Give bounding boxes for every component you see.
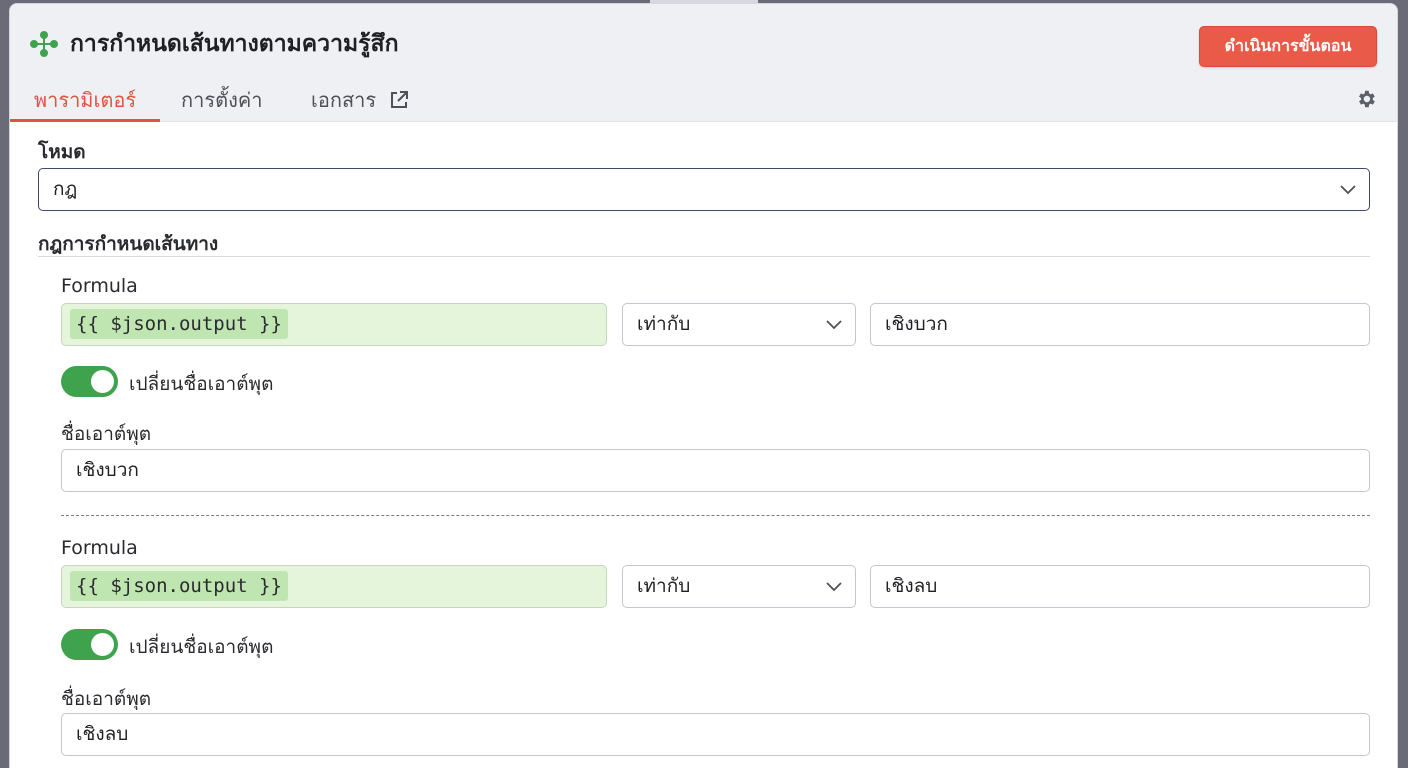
rule-formula-input[interactable]: {{ $json.output }} xyxy=(61,303,607,346)
node-title: การกำหนดเส้นทางตามความรู้สึก xyxy=(70,31,399,57)
toggle-knob xyxy=(91,370,114,393)
tab-docs[interactable]: เอกสาร xyxy=(311,82,409,122)
chevron-down-icon xyxy=(826,320,842,330)
output-name-value: เชิงบวก xyxy=(76,459,139,481)
rule-formula-input[interactable]: {{ $json.output }} xyxy=(61,565,607,608)
output-name-input[interactable]: เชิงบวก xyxy=(61,449,1370,492)
rule-operator-select[interactable]: เท่ากับ xyxy=(622,565,856,608)
routing-rules-label: กฎการกำหนดเส้นทาง xyxy=(38,233,219,255)
output-name-label: ชื่อเอาต์พุต xyxy=(61,423,152,445)
rule-separator xyxy=(61,515,1370,516)
output-name-input[interactable]: เชิงลบ xyxy=(61,713,1370,756)
rule-operator-value: เท่ากับ xyxy=(637,575,691,597)
tab-parameters[interactable]: พารามิเตอร์ xyxy=(10,82,160,122)
formula-expression: {{ $json.output }} xyxy=(70,309,288,339)
output-name-label: ชื่อเอาต์พุต xyxy=(61,688,152,710)
rename-output-toggle[interactable] xyxy=(61,629,118,660)
toggle-knob xyxy=(91,633,114,656)
rule-value-text: เชิงบวก xyxy=(885,313,948,335)
tab-bar: พารามิเตอร์ การตั้งค่า เอกสาร xyxy=(10,82,1397,122)
rule-formula-label: Formula xyxy=(61,275,138,297)
gear-icon[interactable] xyxy=(1355,88,1377,110)
switch-node-icon xyxy=(30,31,58,57)
mode-select[interactable]: กฎ xyxy=(38,168,1370,211)
rule-formula-label: Formula xyxy=(61,537,138,559)
rule-value-input[interactable]: เชิงบวก xyxy=(870,303,1370,346)
node-panel: การกำหนดเส้นทางตามความรู้สึก ดำเนินการขั… xyxy=(9,3,1398,768)
formula-expression: {{ $json.output }} xyxy=(70,571,288,601)
chevron-down-icon xyxy=(826,582,842,592)
output-name-value: เชิงลบ xyxy=(76,723,129,745)
rename-output-label: เปลี่ยนชื่อเอาต์พุต xyxy=(129,636,274,658)
rule-value-input[interactable]: เชิงลบ xyxy=(870,565,1370,608)
tab-parameters-label: พารามิเตอร์ xyxy=(33,88,137,112)
mode-label: โหมด xyxy=(38,141,86,163)
section-divider xyxy=(38,256,1370,257)
rename-output-toggle[interactable] xyxy=(61,366,118,397)
rule-value-text: เชิงลบ xyxy=(885,575,938,597)
external-link-icon xyxy=(390,90,408,108)
tab-settings-label: การตั้งค่า xyxy=(181,88,263,112)
tab-settings[interactable]: การตั้งค่า xyxy=(181,82,262,122)
rule-operator-value: เท่ากับ xyxy=(637,313,691,335)
tab-docs-label: เอกสาร xyxy=(311,88,377,112)
mode-select-value: กฎ xyxy=(53,178,78,200)
node-header: การกำหนดเส้นทางตามความรู้สึก ดำเนินการขั… xyxy=(10,4,1397,122)
execute-step-button[interactable]: ดำเนินการขั้นตอน xyxy=(1199,26,1377,67)
rule-operator-select[interactable]: เท่ากับ xyxy=(622,303,856,346)
rename-output-label: เปลี่ยนชื่อเอาต์พุต xyxy=(129,373,274,395)
chevron-down-icon xyxy=(1340,185,1356,195)
